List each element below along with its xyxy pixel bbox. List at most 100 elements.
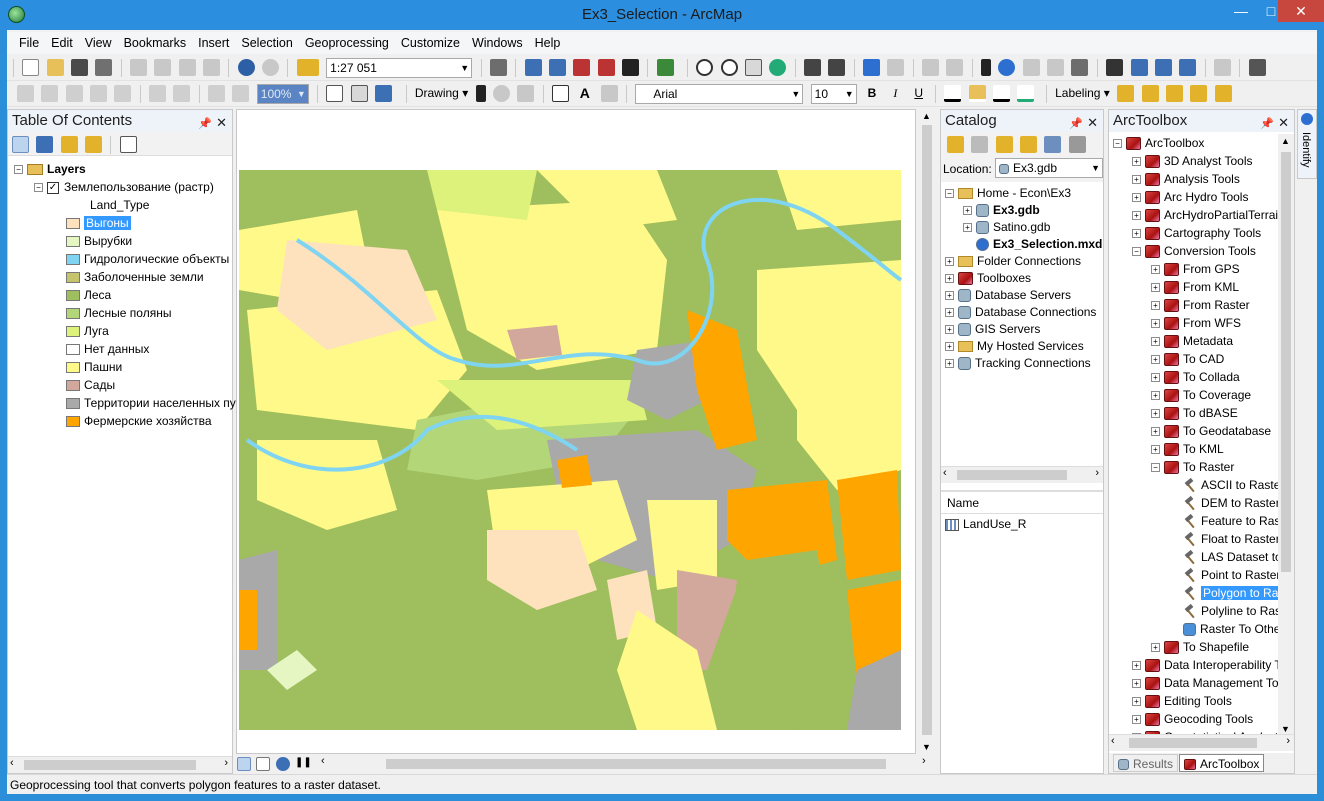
menu-windows[interactable]: Windows (466, 32, 529, 54)
rectangle-icon[interactable] (551, 85, 569, 102)
expand-icon[interactable]: + (1132, 679, 1141, 689)
legend-swatch[interactable] (66, 308, 80, 320)
tree-item[interactable]: + Database Servers (945, 286, 1071, 304)
menu-selection[interactable]: Selection (235, 32, 298, 54)
font-size-combo[interactable]: 10 ▼ (810, 84, 857, 104)
identify-side-tab[interactable]: Identify (1297, 109, 1317, 179)
font-name-combo[interactable]: Arial ▼ (635, 84, 804, 104)
tree-item[interactable]: + Metadata (1151, 332, 1233, 350)
fixed-zoom-out-layout-icon[interactable] (173, 85, 191, 102)
zoom-in-icon[interactable] (696, 59, 714, 76)
menu-bookmarks[interactable]: Bookmarks (118, 32, 193, 54)
tree-item[interactable]: Float to Raster (1170, 530, 1280, 548)
list-by-selection-icon[interactable] (85, 136, 103, 153)
lock-labels-icon[interactable] (1141, 85, 1159, 102)
layout-pan-icon[interactable] (65, 85, 83, 102)
pin-icon[interactable]: 📌 (1069, 113, 1083, 135)
tree-item[interactable]: + To Collada (1151, 368, 1240, 386)
legend-class-item[interactable]: Фермерские хозяйства (66, 412, 212, 430)
focus-data-frame-icon[interactable] (350, 85, 368, 102)
menu-file[interactable]: File (13, 32, 45, 54)
expand-icon[interactable]: + (1151, 409, 1160, 419)
expand-icon[interactable]: + (1151, 643, 1160, 653)
find-route-icon[interactable] (1130, 59, 1148, 76)
full-extent-globe-icon[interactable] (769, 59, 787, 76)
search-window-icon[interactable] (573, 59, 591, 76)
bold-button[interactable]: B (862, 86, 882, 100)
zoom-to-selected-elements-icon[interactable] (517, 85, 535, 102)
python-window-icon[interactable] (621, 59, 639, 76)
tree-item[interactable]: + My Hosted Services (945, 337, 1084, 355)
expand-icon[interactable]: + (1132, 715, 1141, 725)
tree-item[interactable]: Ex3_Selection.mxd (963, 235, 1102, 253)
expand-icon[interactable]: + (945, 325, 954, 335)
catalog-window-icon[interactable] (548, 59, 566, 76)
scroll-left-icon[interactable]: ‹ (943, 467, 947, 479)
legend-swatch[interactable] (66, 326, 80, 338)
legend-class-item[interactable]: Сады (66, 376, 115, 394)
map-scale-combo[interactable]: 1:27 051 ▼ (326, 58, 473, 78)
tree-item[interactable]: + Ex3.gdb (963, 201, 1040, 219)
legend-swatch[interactable] (66, 344, 80, 356)
close-button[interactable]: ✕ (1278, 0, 1324, 22)
next-extent-layout-icon[interactable] (232, 85, 250, 102)
legend-swatch[interactable] (66, 380, 80, 392)
scroll-right-icon[interactable]: › (922, 755, 926, 767)
tree-item[interactable]: + Tracking Connections (945, 354, 1091, 372)
tree-item[interactable]: Feature to Raster (1170, 512, 1294, 530)
collapse-icon[interactable]: − (1113, 139, 1122, 149)
expand-icon[interactable]: + (1151, 337, 1160, 347)
scroll-up-icon[interactable]: ▲ (1281, 136, 1290, 146)
forward-arrow-icon[interactable] (971, 136, 989, 153)
expand-icon[interactable]: + (945, 359, 954, 369)
layer-landuse-raster[interactable]: − ✓ Землепользование (растр) (34, 178, 214, 196)
tree-item[interactable]: ASCII to Raster (1170, 476, 1284, 494)
legend-swatch[interactable] (66, 290, 80, 302)
legend-swatch[interactable] (66, 218, 80, 230)
select-elements-arrow-icon[interactable] (981, 59, 992, 76)
table-of-contents-icon[interactable] (524, 59, 542, 76)
catalog-tree-scrollbar[interactable]: ‹ › (941, 466, 1103, 483)
tree-item[interactable]: + To Coverage (1151, 386, 1251, 404)
legend-class-item[interactable]: Выгоны (66, 214, 131, 232)
refresh-icon[interactable] (275, 757, 290, 771)
expand-icon[interactable]: + (1151, 427, 1160, 437)
tree-item[interactable]: DEM to Raster (1170, 494, 1280, 512)
menu-view[interactable]: View (79, 32, 118, 54)
tree-item[interactable]: +3D Analyst Tools (1132, 152, 1253, 170)
scrollbar-thumb[interactable] (1129, 738, 1257, 748)
identify-icon[interactable] (998, 59, 1016, 76)
find-binoculars-icon[interactable] (1106, 59, 1124, 76)
fill-color-icon[interactable] (968, 85, 986, 102)
list-by-drawing-order-icon[interactable] (12, 136, 29, 153)
legend-swatch[interactable] (66, 236, 80, 248)
menu-customize[interactable]: Customize (395, 32, 466, 54)
collapse-icon[interactable]: − (14, 165, 23, 175)
tree-item[interactable]: + To CAD (1151, 350, 1224, 368)
legend-swatch[interactable] (66, 398, 80, 410)
tree-item[interactable]: − To Raster (1151, 458, 1234, 476)
hyperlink-icon[interactable] (1022, 59, 1040, 76)
tree-item[interactable]: + To Shapefile (1151, 638, 1249, 656)
collapse-icon[interactable]: − (945, 189, 954, 199)
legend-class-item[interactable]: Пашни (66, 358, 122, 376)
font-color-icon[interactable] (944, 85, 962, 102)
underline-button[interactable]: U (909, 86, 929, 100)
pause-labeling-icon[interactable] (1165, 85, 1183, 102)
tree-item[interactable]: + From KML (1151, 278, 1239, 296)
new-text-icon[interactable]: A (576, 85, 593, 102)
drawing-menu[interactable]: Drawing ▾ (415, 86, 468, 100)
close-icon[interactable]: ✕ (1087, 112, 1098, 134)
close-icon[interactable]: ✕ (1278, 112, 1289, 134)
back-arrow-icon[interactable] (947, 136, 964, 153)
scroll-right-icon[interactable]: › (1095, 467, 1099, 479)
change-layout-icon[interactable] (375, 85, 393, 102)
legend-class-item[interactable]: Луга (66, 322, 109, 340)
expand-icon[interactable]: + (1151, 391, 1160, 401)
label-manager-icon[interactable] (1117, 85, 1135, 102)
tree-item[interactable]: + From WFS (1151, 314, 1241, 332)
expand-icon[interactable]: + (1151, 319, 1160, 329)
tree-item[interactable]: + Geocoding Tools (1132, 710, 1253, 728)
clear-selection-icon[interactable] (946, 59, 964, 76)
legend-class-item[interactable]: Лесные поляны (66, 304, 171, 322)
